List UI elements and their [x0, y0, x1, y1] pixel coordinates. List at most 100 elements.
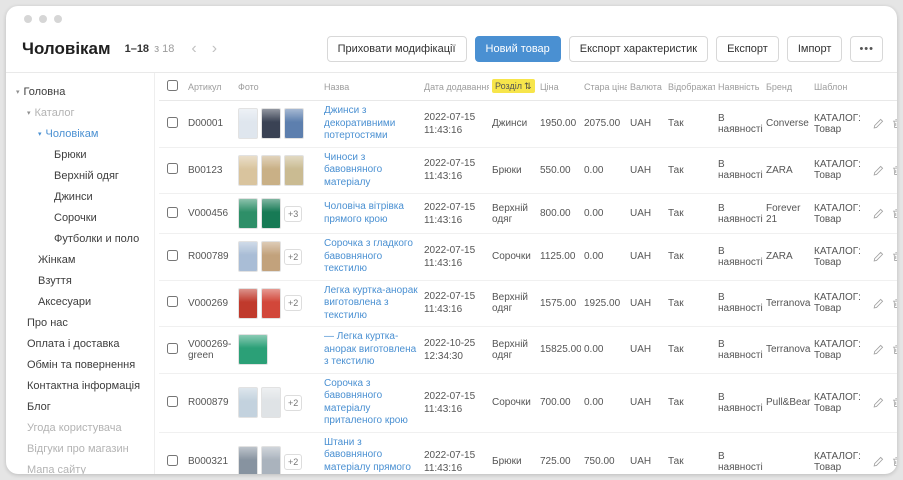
- delete-button[interactable]: [891, 298, 897, 309]
- sidebar-item[interactable]: Контактна інформація: [16, 375, 154, 396]
- pagination-prev-button[interactable]: ‹: [185, 41, 202, 57]
- sidebar-item[interactable]: Жінкам: [16, 249, 154, 270]
- product-thumbnail[interactable]: [238, 334, 268, 365]
- product-photos[interactable]: [238, 108, 318, 139]
- window-zoom-button[interactable]: [54, 15, 62, 23]
- delete-button[interactable]: [891, 456, 897, 467]
- product-photos[interactable]: +2: [238, 446, 318, 474]
- window-minimize-button[interactable]: [39, 15, 47, 23]
- row-checkbox[interactable]: [167, 455, 178, 466]
- sidebar-item[interactable]: ▾Каталог: [16, 102, 154, 123]
- product-thumbnail[interactable]: [238, 198, 258, 229]
- product-photos[interactable]: +2: [238, 288, 318, 319]
- product-thumbnail[interactable]: [284, 155, 304, 186]
- sidebar-item[interactable]: Сорочки: [16, 207, 154, 228]
- delete-button[interactable]: [891, 397, 897, 408]
- select-all-checkbox[interactable]: [167, 80, 178, 91]
- product-photos[interactable]: +3: [238, 198, 318, 229]
- product-photos[interactable]: +2: [238, 387, 318, 418]
- export-characteristics-button[interactable]: Експорт характеристик: [569, 36, 708, 62]
- product-name-link[interactable]: — Легка куртка-анорак виготовлена з текс…: [324, 331, 418, 369]
- column-header[interactable]: Ціна: [537, 73, 581, 101]
- product-thumbnail[interactable]: [238, 241, 258, 272]
- product-photos[interactable]: [238, 334, 318, 365]
- product-thumbnail[interactable]: [238, 288, 258, 319]
- product-thumbnail[interactable]: [238, 446, 258, 474]
- sidebar-item[interactable]: Оплата і доставка: [16, 333, 154, 354]
- sidebar-item[interactable]: Обмін та повернення: [16, 354, 154, 375]
- more-photos-badge[interactable]: +2: [284, 454, 302, 470]
- more-photos-badge[interactable]: +3: [284, 206, 302, 222]
- sidebar-item[interactable]: Джинси: [16, 186, 154, 207]
- product-thumbnail[interactable]: [261, 387, 281, 418]
- product-thumbnail[interactable]: [238, 387, 258, 418]
- product-name-link[interactable]: Штани з бавовняного матеріалу прямого кр…: [324, 437, 418, 475]
- pagination-next-button[interactable]: ›: [206, 41, 223, 57]
- product-name-link[interactable]: Джинси з декоративними потертостями: [324, 105, 418, 143]
- product-thumbnail[interactable]: [261, 241, 281, 272]
- edit-button[interactable]: [873, 208, 884, 219]
- column-header[interactable]: Дата додавання: [421, 73, 489, 101]
- window-close-button[interactable]: [24, 15, 32, 23]
- edit-button[interactable]: [873, 456, 884, 467]
- sidebar-item[interactable]: Мапа сайту: [16, 459, 154, 474]
- sidebar-item[interactable]: Про нас: [16, 312, 154, 333]
- product-photos[interactable]: [238, 155, 318, 186]
- hide-modifications-button[interactable]: Приховати модифікації: [327, 36, 467, 62]
- edit-button[interactable]: [873, 397, 884, 408]
- row-checkbox[interactable]: [167, 296, 178, 307]
- more-photos-badge[interactable]: +2: [284, 249, 302, 265]
- product-thumbnail[interactable]: [261, 108, 281, 139]
- sidebar-item[interactable]: ▾Чоловікам: [16, 123, 154, 144]
- sidebar-item[interactable]: Брюки: [16, 144, 154, 165]
- column-header[interactable]: Валюта: [627, 73, 665, 101]
- row-checkbox[interactable]: [167, 343, 178, 354]
- sidebar-item[interactable]: Верхній одяг: [16, 165, 154, 186]
- column-header[interactable]: Стара ціна: [581, 73, 627, 101]
- edit-button[interactable]: [873, 165, 884, 176]
- column-header[interactable]: Бренд: [763, 73, 811, 101]
- product-photos[interactable]: +2: [238, 241, 318, 272]
- sort-icon[interactable]: ⇅: [524, 81, 532, 91]
- row-checkbox[interactable]: [167, 207, 178, 218]
- export-button[interactable]: Експорт: [716, 36, 779, 62]
- edit-button[interactable]: [873, 118, 884, 129]
- more-actions-button[interactable]: •••: [850, 36, 883, 62]
- sidebar-item[interactable]: Взуття: [16, 270, 154, 291]
- edit-button[interactable]: [873, 251, 884, 262]
- product-thumbnail[interactable]: [261, 155, 281, 186]
- sidebar-item[interactable]: Блог: [16, 396, 154, 417]
- product-thumbnail[interactable]: [238, 155, 258, 186]
- column-header[interactable]: Назва: [321, 73, 421, 101]
- product-thumbnail[interactable]: [284, 108, 304, 139]
- sidebar-item[interactable]: Футболки и поло: [16, 228, 154, 249]
- row-checkbox[interactable]: [167, 250, 178, 261]
- row-checkbox[interactable]: [167, 396, 178, 407]
- delete-button[interactable]: [891, 118, 897, 129]
- column-header[interactable]: Шаблон: [811, 73, 863, 101]
- sidebar-item[interactable]: ▾Головна: [16, 81, 154, 102]
- delete-button[interactable]: [891, 344, 897, 355]
- product-name-link[interactable]: Сорочка з бавовняного матеріалу притален…: [324, 378, 418, 428]
- product-name-link[interactable]: Сорочка з гладкого бавовняного текстилю: [324, 238, 418, 276]
- product-name-link[interactable]: Чоловіча вітрівка прямого крою: [324, 201, 418, 226]
- delete-button[interactable]: [891, 208, 897, 219]
- row-checkbox[interactable]: [167, 163, 178, 174]
- product-thumbnail[interactable]: [238, 108, 258, 139]
- product-name-link[interactable]: Чиноси з бавовняного матеріалу: [324, 152, 418, 190]
- column-header[interactable]: Фото: [235, 73, 321, 101]
- sidebar-item[interactable]: Угода користувача: [16, 417, 154, 438]
- product-thumbnail[interactable]: [261, 288, 281, 319]
- row-checkbox[interactable]: [167, 117, 178, 128]
- delete-button[interactable]: [891, 251, 897, 262]
- column-header[interactable]: Розділ⇅: [489, 73, 537, 101]
- edit-button[interactable]: [873, 298, 884, 309]
- delete-button[interactable]: [891, 165, 897, 176]
- sidebar-item[interactable]: Відгуки про магазин: [16, 438, 154, 459]
- product-name-link[interactable]: Легка куртка-анорак виготовлена з тексти…: [324, 285, 418, 323]
- more-photos-badge[interactable]: +2: [284, 295, 302, 311]
- product-thumbnail[interactable]: [261, 446, 281, 474]
- product-thumbnail[interactable]: [261, 198, 281, 229]
- column-header[interactable]: Наявність: [715, 73, 763, 101]
- import-button[interactable]: Імпорт: [787, 36, 843, 62]
